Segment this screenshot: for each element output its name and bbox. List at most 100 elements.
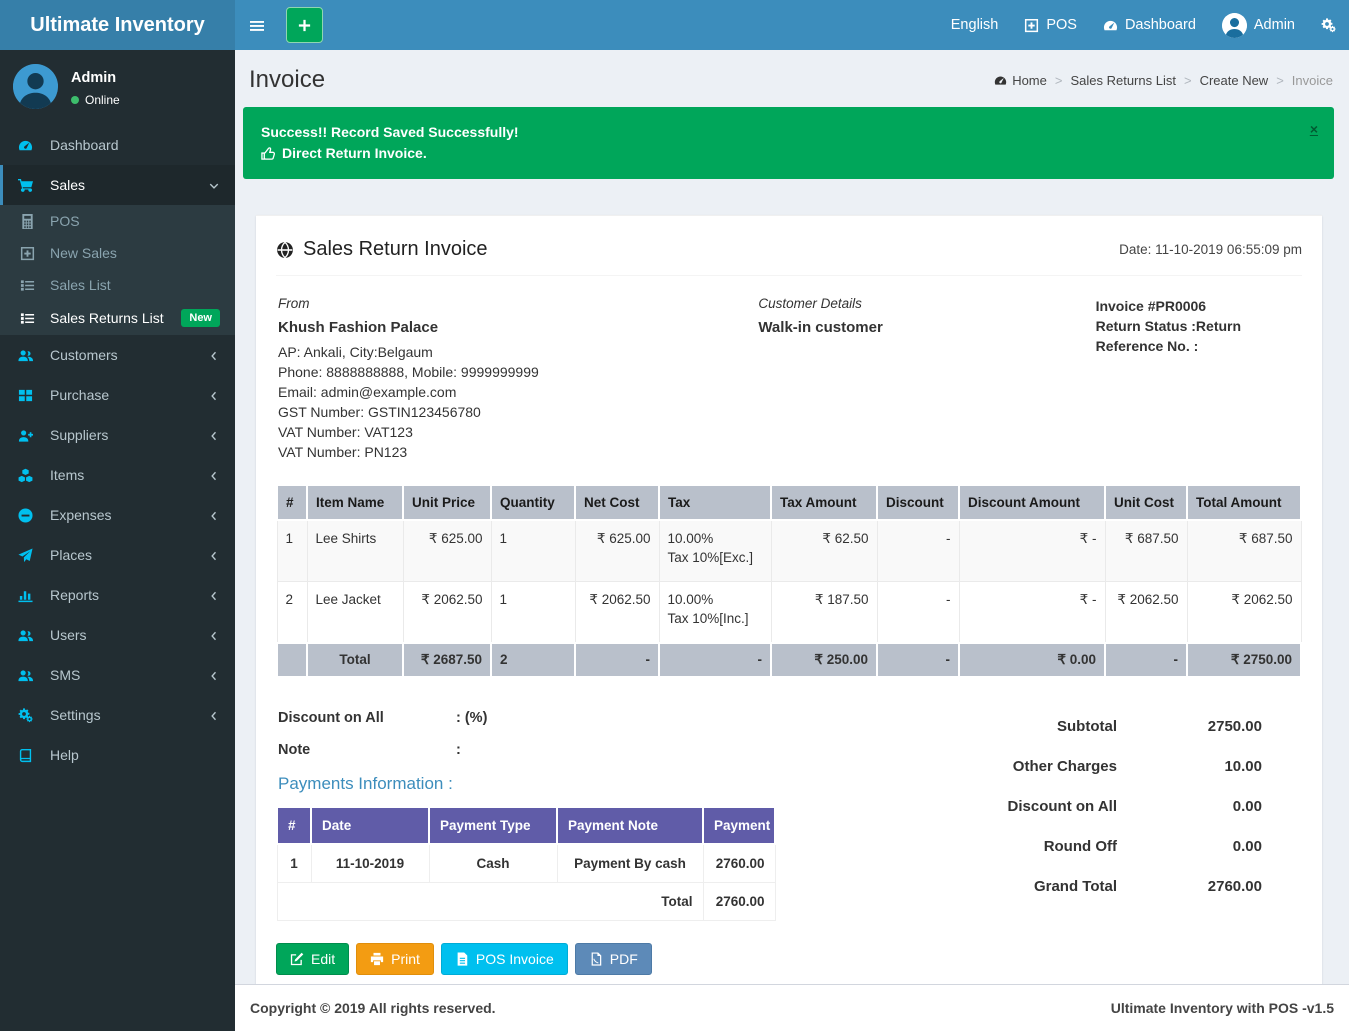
customer-section: Customer Details Walk-in customer (758, 296, 1095, 462)
sidebar-item-pos[interactable]: POS (0, 205, 235, 237)
chevron-left-icon (208, 349, 220, 361)
quick-add-button[interactable] (286, 7, 323, 43)
sidebar-item-users[interactable]: Users (0, 615, 235, 655)
totals-summary: Subtotal2750.00 Other Charges10.00 Disco… (930, 704, 1302, 921)
users-icon (18, 348, 40, 363)
discount-on-all-row: Discount on All : (%) (278, 710, 930, 726)
company-phone: Phone: 8888888888, Mobile: 9999999999 (278, 362, 758, 382)
online-status-label: Online (85, 93, 120, 107)
items-total-row: Total ₹ 2687.50 2 - - ₹ 250.00 - ₹ 0.00 … (277, 643, 1301, 677)
edit-button[interactable]: Edit (276, 943, 349, 975)
hamburger-icon (249, 18, 264, 33)
sidebar-item-expenses[interactable]: Expenses (0, 495, 235, 535)
other-charges-row: Other Charges10.00 (930, 758, 1262, 775)
file-pdf-icon (589, 952, 603, 966)
customer-name: Walk-in customer (758, 319, 1095, 336)
print-button[interactable]: Print (356, 943, 434, 975)
plus-square-icon (20, 246, 40, 261)
chevron-left-icon (208, 389, 220, 401)
minus-circle-icon (18, 508, 40, 523)
sidebar-item-suppliers[interactable]: Suppliers (0, 415, 235, 455)
language-menu[interactable]: English (938, 0, 1012, 50)
plus-icon (297, 18, 312, 33)
close-icon[interactable]: × (1310, 119, 1318, 140)
sidebar-item-customers[interactable]: Customers (0, 335, 235, 375)
dashboard-icon (1103, 18, 1118, 33)
customer-details-label: Customer Details (758, 296, 1095, 311)
list-icon (20, 311, 40, 326)
table-row: 1 Lee Shirts ₹ 625.00 1 ₹ 625.00 10.00%T… (277, 520, 1301, 582)
sidebar-toggle-button[interactable] (235, 0, 278, 50)
pos-invoice-button[interactable]: POS Invoice (441, 943, 568, 975)
top-navbar: Ultimate Inventory English POS Dashboard… (0, 0, 1349, 50)
brand-logo[interactable]: Ultimate Inventory (0, 0, 235, 50)
settings-menu[interactable] (1308, 0, 1349, 50)
thumbs-up-icon (261, 146, 276, 161)
nav-dashboard-link[interactable]: Dashboard (1090, 0, 1209, 50)
subtotal-row: Subtotal2750.00 (930, 718, 1262, 735)
invoice-title: Sales Return Invoice (276, 238, 488, 261)
sidebar-item-settings[interactable]: Settings (0, 695, 235, 735)
chevron-left-icon (208, 669, 220, 681)
sidebar: Admin Online Dashboard Sales POS (0, 50, 235, 1031)
sidebar-item-sales[interactable]: Sales (0, 165, 235, 205)
company-vat1: VAT Number: VAT123 (278, 422, 758, 442)
file-text-icon (455, 952, 469, 966)
sidebar-item-items[interactable]: Items (0, 455, 235, 495)
book-icon (18, 748, 40, 763)
sales-submenu: POS New Sales Sales List Sales Returns L… (0, 205, 235, 335)
company-gst: GST Number: GSTIN123456780 (278, 402, 758, 422)
breadcrumb-home[interactable]: Home (994, 73, 1047, 88)
sidebar-item-dashboard[interactable]: Dashboard (0, 125, 235, 165)
chevron-down-icon (208, 179, 220, 191)
breadcrumb: Home > Sales Returns List > Create New >… (994, 73, 1333, 88)
chevron-left-icon (208, 469, 220, 481)
sidebar-item-sms[interactable]: SMS (0, 655, 235, 695)
chevron-left-icon (208, 509, 220, 521)
printer-icon (370, 952, 384, 966)
invoice-date: Date: 11-10-2019 06:55:09 pm (1119, 242, 1302, 257)
cart-icon (18, 178, 40, 193)
sidebar-item-new-sales[interactable]: New Sales (0, 237, 235, 269)
items-table-header-row: # Item Name Unit Price Quantity Net Cost… (277, 485, 1301, 520)
breadcrumb-create-new[interactable]: Create New (1200, 73, 1269, 88)
globe-icon (276, 241, 294, 259)
gears-icon (18, 708, 40, 723)
sidebar-item-sales-returns-list[interactable]: Sales Returns List New (0, 301, 235, 335)
page-title: Invoice (249, 66, 325, 94)
pdf-button[interactable]: PDF (575, 943, 652, 975)
avatar (1222, 13, 1247, 38)
calculator-icon (20, 214, 40, 229)
alert-submessage: Direct Return Invoice. (282, 143, 427, 164)
breadcrumb-current: Invoice (1292, 73, 1333, 88)
note-row: Note : (278, 742, 930, 758)
success-alert: Success!! Record Saved Successfully! Dir… (243, 107, 1334, 179)
nav-pos-link[interactable]: POS (1011, 0, 1090, 50)
bar-chart-icon (18, 588, 40, 603)
sidebar-user-panel: Admin Online (0, 50, 235, 125)
payments-header-row: # Date Payment Type Payment Note Payment (277, 807, 775, 844)
sidebar-item-places[interactable]: Places (0, 535, 235, 575)
users-icon (18, 628, 40, 643)
company-name: Khush Fashion Palace (278, 319, 758, 336)
home-icon (994, 74, 1007, 87)
sidebar-item-purchase[interactable]: Purchase (0, 375, 235, 415)
sidebar-item-sales-list[interactable]: Sales List (0, 269, 235, 301)
new-badge: New (181, 309, 220, 327)
grid-icon (18, 388, 40, 403)
company-email: Email: admin@example.com (278, 382, 758, 402)
payments-table: # Date Payment Type Payment Note Payment… (276, 806, 776, 921)
cubes-icon (18, 468, 40, 483)
grand-total-row: Grand Total2760.00 (930, 878, 1262, 895)
version-text: Ultimate Inventory with POS -v1.5 (1111, 1000, 1334, 1016)
list-icon (20, 278, 40, 293)
breadcrumb-sales-returns-list[interactable]: Sales Returns List (1070, 73, 1176, 88)
from-label: From (278, 296, 758, 311)
footer: Copyright © 2019 All rights reserved. Ul… (235, 984, 1349, 1031)
sidebar-item-reports[interactable]: Reports (0, 575, 235, 615)
user-menu[interactable]: Admin (1209, 0, 1308, 50)
avatar (13, 64, 58, 109)
sidebar-item-help[interactable]: Help (0, 735, 235, 775)
invoice-card: Sales Return Invoice Date: 11-10-2019 06… (256, 215, 1322, 984)
users-icon (18, 668, 40, 683)
